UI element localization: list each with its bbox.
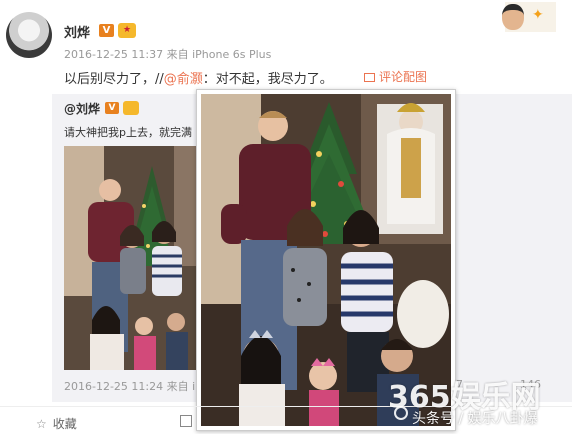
corner-avatar[interactable]: ✦ bbox=[492, 2, 556, 32]
repost-vip-badge-icon bbox=[123, 101, 139, 115]
face-icon bbox=[502, 4, 524, 30]
favorite-label: 收藏 bbox=[52, 417, 77, 431]
repost-verified-badge: V bbox=[105, 102, 119, 114]
verified-badge: V bbox=[99, 24, 114, 37]
author-avatar[interactable] bbox=[6, 12, 52, 58]
repost-meta: 2016-12-25 11:24 来自 i bbox=[64, 380, 196, 393]
watermark-logo-icon bbox=[394, 406, 408, 420]
post-text-prefix: 以后别尽力了，// bbox=[64, 72, 164, 87]
repost-author[interactable]: @刘烨 bbox=[64, 100, 100, 117]
weibo-post: 刘烨 V ★ 2016-12-25 11:37 来自 iPhone 6s Plu… bbox=[0, 0, 572, 434]
comment-pic-link[interactable]: 评论配图 bbox=[364, 68, 427, 85]
repost-photo-thumbnail[interactable] bbox=[64, 146, 197, 370]
share-icon[interactable] bbox=[180, 415, 192, 427]
mention-link[interactable]: @俞灏 bbox=[164, 72, 203, 87]
post-text-suffix: ：对不起，我尽力了。 bbox=[202, 72, 333, 87]
comment-pic-label: 评论配图 bbox=[379, 70, 428, 84]
post-text: 以后别尽力了，//@俞灏：对不起，我尽力了。 bbox=[64, 68, 333, 87]
author-name[interactable]: 刘烨 bbox=[64, 22, 90, 41]
star-decoration-icon: ✦ bbox=[532, 7, 544, 23]
family-photo-illustration bbox=[64, 146, 197, 370]
repost-text: 请大神把我p上去，就完满 bbox=[64, 126, 192, 139]
star-icon: ☆ bbox=[36, 417, 47, 431]
watermark-handle: 头条号 / 娱乐八卦爆 bbox=[412, 411, 538, 427]
vip-badge-icon: ★ bbox=[118, 23, 136, 38]
picture-icon bbox=[364, 73, 375, 82]
favorite-button[interactable]: ☆ 收藏 bbox=[36, 415, 77, 432]
post-meta: 2016-12-25 11:37 来自 iPhone 6s Plus bbox=[64, 48, 272, 61]
